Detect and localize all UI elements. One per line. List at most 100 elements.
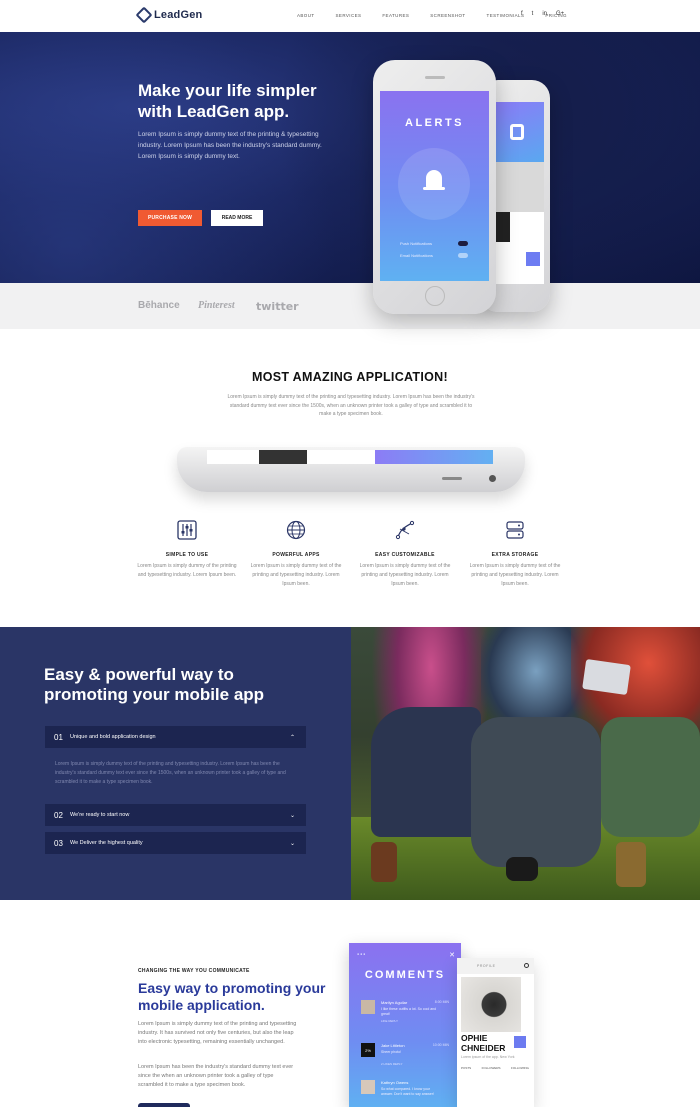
- nav-item-screenshot[interactable]: SCREENSHOT: [430, 13, 465, 18]
- nav-item-features[interactable]: FEATURES: [382, 13, 409, 18]
- feature-easy-customizable: EASY CUSTOMIZABLE Lorem Ipsum is simply …: [355, 520, 455, 589]
- feature-text: Lorem Ipsum is simply dummy text of the …: [250, 563, 342, 587]
- comments-phone: ● ● ● ✕ COMMENTS Marilyn Aguilar 8:00 MI…: [349, 943, 461, 1107]
- globe-icon: [286, 520, 306, 540]
- communicate-title: Easy way to promoting your mobile applic…: [138, 980, 326, 1013]
- feature-title: SIMPLE TO USE: [165, 552, 209, 558]
- feature-extra-storage: EXTRA STORAGE Lorem Ipsum is simply dumm…: [465, 520, 565, 589]
- social-links: f t in G+: [521, 11, 564, 17]
- profile-photo: [461, 977, 521, 1032]
- avatar: [361, 1080, 375, 1094]
- accordion-item-2[interactable]: 02 We're ready to start now ⌄: [45, 804, 306, 826]
- storage-icon: [505, 520, 525, 540]
- comment-text: I like these outfits a lot. So cool and …: [381, 1007, 437, 1016]
- comment-actions[interactable]: LIKE REPLY: [381, 1019, 398, 1023]
- email-notifications-toggle[interactable]: [458, 253, 468, 258]
- bell-icon: [426, 170, 442, 188]
- email-notifications-label: Email Notifications: [400, 253, 433, 258]
- profile-card: PROFILE OPHIE CHNEIDER Lorem ipsum of th…: [457, 958, 534, 1107]
- close-icon[interactable]: ✕: [449, 951, 455, 959]
- home-button-icon: [425, 286, 445, 306]
- twitter-logo: twitter: [256, 300, 299, 313]
- easy-title: Easy & powerful way to promoting your mo…: [44, 665, 265, 704]
- alerts-screen: ALERTS Push Notifications Email Notifica…: [380, 91, 489, 281]
- comment-author: Marilyn Aguilar: [381, 1000, 408, 1005]
- behance-logo: Bēhance: [138, 300, 180, 311]
- nav-item-about[interactable]: ABOUT: [297, 13, 315, 18]
- push-notifications-label: Push Notifications: [400, 241, 433, 246]
- square-button-icon: [526, 252, 540, 266]
- twitter-icon[interactable]: t: [532, 11, 534, 17]
- feature-powerful-apps: POWERFUL APPS Lorem Ipsum is simply dumm…: [246, 520, 346, 589]
- nav-item-testimonials[interactable]: TESTIMONIALS: [487, 13, 525, 18]
- feature-title: POWERFUL APPS: [272, 552, 320, 558]
- stat-following: FOLLOWING: [510, 1066, 529, 1070]
- nav-item-services[interactable]: SERVICES: [336, 13, 362, 18]
- amazing-subtitle: Lorem Ipsum is simply dummy text of the …: [227, 394, 475, 417]
- sliders-icon: [177, 520, 197, 540]
- accordion-number: 01: [54, 732, 63, 742]
- comment-author: Jake Littleton: [381, 1043, 405, 1048]
- purchase-now-button[interactable]: PURCHASE NOW: [138, 210, 202, 226]
- communicate-paragraph-2: Lorem Ipsum has been the industry's stan…: [138, 1064, 294, 1088]
- communicate-button[interactable]: [138, 1103, 190, 1107]
- push-notifications-toggle[interactable]: [458, 241, 468, 246]
- hero-section: [0, 32, 700, 283]
- comment-text: So what compared. I know your answer. Do…: [381, 1087, 434, 1096]
- avatar: 2%: [361, 1043, 375, 1057]
- stat-posts: POSTS: [461, 1066, 472, 1070]
- communicate-paragraph-1: Lorem Ipsum is simply dummy text of the …: [138, 1021, 297, 1045]
- vector-icon: [395, 520, 415, 540]
- brand-logos-band: Bēhance Pinterest twitter: [0, 283, 700, 329]
- stat-followers: FOLLOWERS: [481, 1066, 501, 1070]
- hero-text: Lorem Ipsum is simply dummy text of the …: [138, 131, 322, 160]
- accordion-label: Unique and bold application design: [70, 734, 156, 740]
- accordion-item-3[interactable]: 03 We Deliver the highest quality ⌄: [45, 832, 306, 854]
- accordion-label: We're ready to start now: [70, 812, 130, 818]
- alerts-title: ALERTS: [405, 117, 464, 129]
- comment-text: Sheer photo!: [381, 1050, 402, 1054]
- feature-text: Lorem Ipsum is simply dummy of the print…: [137, 563, 237, 578]
- profile-description: Lorem ipsum of the app. New York: [461, 1055, 515, 1059]
- chevron-down-icon: ⌄: [289, 812, 295, 819]
- chat-icon[interactable]: [514, 1036, 526, 1048]
- chevron-down-icon: ⌄: [289, 840, 295, 847]
- chevron-up-icon: ⌃: [289, 734, 295, 741]
- accordion-number: 03: [54, 838, 63, 848]
- people-photo: [351, 627, 700, 900]
- accordion-number: 02: [54, 810, 63, 820]
- read-more-button[interactable]: READ MORE: [211, 210, 263, 226]
- feature-title: EASY CUSTOMIZABLE: [375, 552, 435, 558]
- logo-text: LeadGen: [154, 9, 203, 21]
- search-icon[interactable]: [524, 963, 529, 968]
- avatar: [361, 1000, 375, 1014]
- menu-icon: ● ● ●: [357, 952, 366, 956]
- communicate-eyebrow: CHANGING THE WAY YOU COMMUNICATE: [138, 968, 250, 974]
- logo[interactable]: LeadGen: [135, 6, 203, 24]
- hero-phone-front: ALERTS Push Notifications Email Notifica…: [373, 60, 496, 314]
- feature-simple-to-use: SIMPLE TO USE Lorem Ipsum is simply dumm…: [137, 520, 237, 580]
- google-plus-icon[interactable]: G+: [556, 11, 564, 17]
- app-logo-icon: [510, 124, 524, 140]
- feature-text: Lorem Ipsum is simply dummy text of the …: [359, 563, 451, 587]
- hero-title: Make your life simpler with LeadGen app.: [138, 81, 317, 121]
- top-nav: LeadGen ABOUT SERVICES FEATURES SCREENSH…: [0, 0, 700, 32]
- profile-stats: POSTS FOLLOWERS FOLLOWING: [461, 1066, 529, 1070]
- comment-author: Kathryn Owens: [381, 1080, 409, 1085]
- linkedin-icon[interactable]: in: [542, 11, 547, 17]
- accordion-item-1[interactable]: 01 Unique and bold application design ⌃: [45, 726, 306, 748]
- comments-title: COMMENTS: [364, 969, 446, 981]
- accordion-body: Lorem Ipsum is simply dummy text of the …: [55, 761, 286, 785]
- comment-actions[interactable]: 2 LIKES REPLY: [381, 1062, 402, 1066]
- tablet-image: [177, 447, 525, 492]
- accordion-label: We Deliver the highest quality: [70, 840, 143, 846]
- pinterest-logo: Pinterest: [198, 300, 235, 311]
- logo-mark-icon: [135, 6, 153, 24]
- amazing-title: MOST AMAZING APPLICATION!: [252, 370, 448, 384]
- feature-title: EXTRA STORAGE: [491, 552, 539, 558]
- profile-header: PROFILE: [477, 964, 496, 968]
- feature-text: Lorem Ipsum is simply dummy text of the …: [469, 563, 561, 587]
- facebook-icon[interactable]: f: [521, 11, 523, 17]
- comment-time: 8:00 MIN: [434, 1000, 449, 1004]
- comment-time: 10:00 MIN: [432, 1043, 449, 1047]
